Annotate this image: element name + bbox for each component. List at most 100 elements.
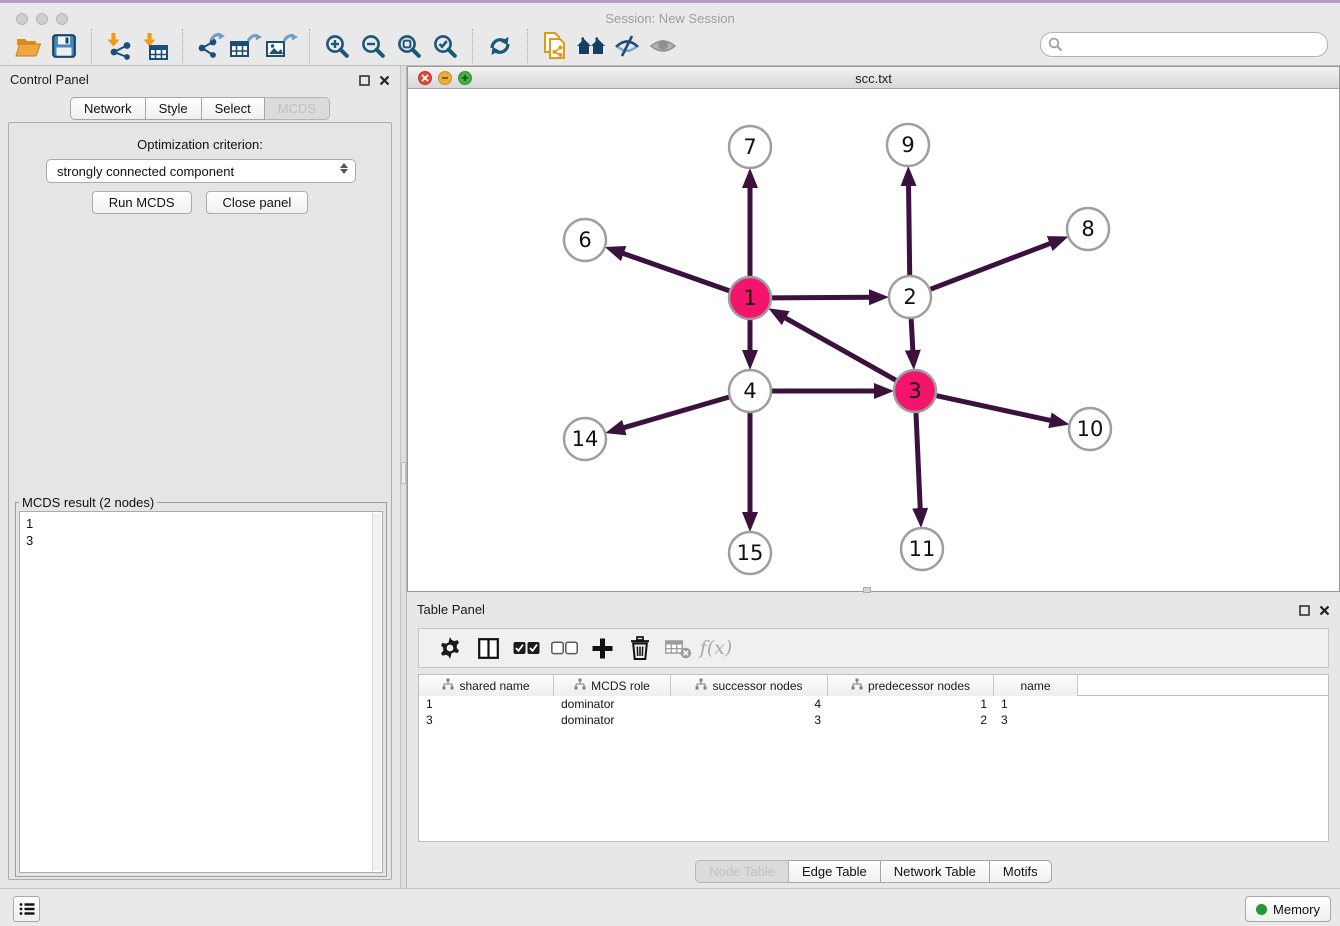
table-cell[interactable]: 4 [671,696,828,712]
graph-node-11[interactable]: 11 [901,528,943,570]
eye-slash-icon[interactable] [609,29,645,63]
export-image-icon[interactable] [264,29,300,63]
select-all-icon[interactable] [507,631,545,665]
table-cell[interactable]: 2 [828,712,994,728]
graph-node-7[interactable]: 7 [729,126,771,168]
open-folder-icon[interactable] [10,29,46,63]
table-cell[interactable]: 1 [828,696,994,712]
toolbar-divider [472,29,473,63]
toolbar-divider [91,29,92,63]
delete-icon[interactable] [621,631,659,665]
graph-edge-1-6[interactable] [623,253,730,290]
table-cell[interactable]: 1 [994,696,1078,712]
columns-icon[interactable] [469,631,507,665]
export-network-icon[interactable] [192,29,228,63]
graph-edge-2-3[interactable] [911,319,913,351]
tab-edge-table[interactable]: Edge Table [789,860,881,883]
zoom-fit-icon[interactable] [391,29,427,63]
network-title: scc.txt [408,71,1339,86]
graph-node-2[interactable]: 2 [889,276,931,318]
mcds-result-box: 1 3 [19,511,383,873]
close-panel-icon[interactable] [1319,603,1330,621]
eye-icon[interactable] [645,29,681,63]
deselect-all-icon[interactable] [545,631,583,665]
table-cell[interactable]: 3 [994,712,1078,728]
tab-style[interactable]: Style [146,97,202,120]
graph-edge-3-10[interactable] [936,396,1050,421]
task-history-button[interactable] [13,896,40,922]
search-input[interactable] [1040,32,1328,57]
panel-splitter[interactable] [400,66,407,888]
graph-edge-3-11[interactable] [916,413,920,509]
tab-select[interactable]: Select [202,97,265,120]
search-icon [1048,37,1063,57]
mcds-result-text: 1 3 [20,512,382,552]
column-header-predecessor-nodes[interactable]: predecessor nodes [828,675,994,696]
window-titlebar: Session: New Session [0,3,1340,27]
column-header-MCDS-role[interactable]: MCDS role [554,675,671,696]
table-cell[interactable]: dominator [554,696,671,712]
graph-edge-1-2[interactable] [772,297,870,298]
svg-text:7: 7 [743,135,756,159]
graph-node-1[interactable]: 1 [729,277,771,319]
column-header-successor-nodes[interactable]: successor nodes [671,675,828,696]
splitter-handle[interactable] [401,462,406,484]
table-cell[interactable]: 3 [671,712,828,728]
graph-edge-3-1[interactable] [785,318,896,381]
network-canvas[interactable]: 7 9 6 8 1 2 4 3 14 10 15 11 [408,89,1339,591]
table-cell[interactable]: 1 [419,696,554,712]
import-table-icon[interactable] [137,29,173,63]
graph-node-9[interactable]: 9 [887,124,929,166]
table-row[interactable]: 3dominator323 [419,712,1328,728]
zoom-in-icon[interactable] [319,29,355,63]
graph-edge-2-9[interactable] [909,185,910,275]
clone-network-icon[interactable] [537,29,573,63]
table-cell[interactable]: dominator [554,712,671,728]
table-row[interactable]: 1dominator411 [419,696,1328,712]
memory-button[interactable]: Memory [1245,896,1331,922]
svg-text:6: 6 [578,228,591,252]
graph-edge-4-14[interactable] [623,397,728,428]
graph-node-15[interactable]: 15 [729,532,771,574]
toolbar-divider [309,29,310,63]
hierarchy-icon [442,678,454,693]
table-panel: Table Panel f(x) shared n [407,596,1340,888]
tab-mcds[interactable]: MCDS [265,97,330,120]
network-resize-handle[interactable] [863,587,871,593]
graph-node-3[interactable]: 3 [894,370,936,412]
graph-node-6[interactable]: 6 [564,219,606,261]
result-scrollbar[interactable] [372,513,381,871]
float-panel-icon[interactable] [1299,603,1310,621]
add-icon[interactable] [583,631,621,665]
close-panel-icon[interactable] [379,73,390,91]
export-table-icon[interactable] [228,29,264,63]
tab-motifs[interactable]: Motifs [990,860,1052,883]
graph-node-10[interactable]: 10 [1069,408,1111,450]
svg-text:2: 2 [903,285,916,309]
tab-network[interactable]: Network [70,97,146,120]
network-window-titlebar[interactable]: scc.txt [408,67,1339,89]
criterion-dropdown[interactable]: strongly connected component [46,159,356,183]
close-panel-button[interactable]: Close panel [206,191,309,214]
graph-node-4[interactable]: 4 [729,370,771,412]
zoom-out-icon[interactable] [355,29,391,63]
run-mcds-button[interactable]: Run MCDS [92,191,192,214]
tab-node-table[interactable]: Node Table [695,860,789,883]
column-header-name[interactable]: name [994,675,1078,696]
save-icon[interactable] [46,29,82,63]
float-panel-icon[interactable] [359,73,370,91]
gear-icon[interactable] [431,631,469,665]
zoom-selected-icon[interactable] [427,29,463,63]
graph-node-8[interactable]: 8 [1067,208,1109,250]
tab-network-table[interactable]: Network Table [881,860,990,883]
memory-status-icon [1256,904,1267,915]
refresh-icon[interactable] [482,29,518,63]
search-field [1040,32,1328,57]
svg-text:11: 11 [909,537,936,561]
graph-edge-2-8[interactable] [931,243,1051,289]
graph-node-14[interactable]: 14 [564,418,606,460]
import-network-icon[interactable] [101,29,137,63]
table-cell[interactable]: 3 [419,712,554,728]
houses-icon[interactable] [573,29,609,63]
column-header-shared-name[interactable]: shared name [419,675,554,696]
